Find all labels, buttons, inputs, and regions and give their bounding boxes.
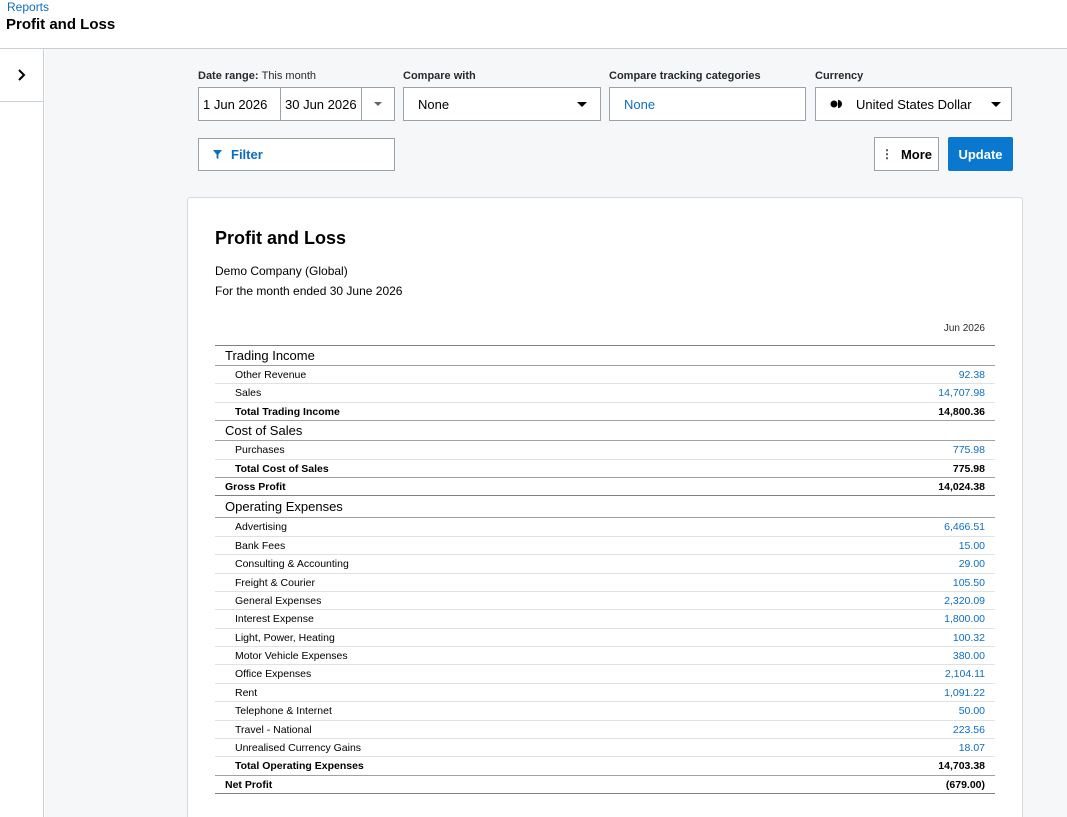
table-row: General Expenses 2,320.09 — [215, 592, 995, 611]
table-row: Interest Expense 1,800.00 — [215, 610, 995, 629]
side-panel — [0, 49, 44, 817]
row-value[interactable]: 223.56 — [953, 724, 985, 736]
currency-value: United States Dollar — [856, 96, 972, 112]
total-row: Total Cost of Sales 775.98 — [215, 460, 995, 478]
date-range-dropdown-button[interactable] — [362, 88, 394, 120]
table-row: Office Expenses 2,104.11 — [215, 665, 995, 684]
report-card: Profit and Loss Demo Company (Global) Fo… — [187, 197, 1023, 817]
row-value[interactable]: 18.07 — [959, 742, 985, 754]
table-row: Advertising 6,466.51 — [215, 518, 995, 537]
row-value[interactable]: 29.00 — [959, 558, 985, 570]
total-row: Total Trading Income 14,800.36 — [215, 403, 995, 422]
compare-with-label: Compare with — [403, 70, 476, 82]
total-row: Total Operating Expenses 14,703.38 — [215, 757, 995, 776]
table-row: Bank Fees 15.00 — [215, 537, 995, 556]
date-range-picker: 1 Jun 2026 30 Jun 2026 — [198, 87, 395, 121]
section-heading-label: Trading Income — [225, 348, 315, 363]
table-row: Sales 14,707.98 — [215, 384, 995, 403]
table-row: Other Revenue 92.38 — [215, 366, 995, 385]
tracking-categories-label: Compare tracking categories — [609, 70, 761, 82]
section-heading-label: Cost of Sales — [225, 423, 303, 439]
table-row: Travel - National 223.56 — [215, 721, 995, 740]
tracking-categories-select[interactable]: None — [609, 87, 806, 121]
compare-with-value: None — [418, 96, 450, 112]
row-value[interactable]: 2,320.09 — [944, 595, 985, 607]
date-range-label: Date range: This month — [198, 70, 317, 82]
page-title: Profit and Loss — [6, 16, 116, 33]
currency-label: Currency — [815, 70, 864, 82]
filter-icon — [213, 150, 222, 159]
row-value[interactable]: 6,466.51 — [944, 521, 985, 533]
more-button-label: More — [900, 146, 933, 162]
more-vertical-icon: ⋮ — [880, 147, 893, 161]
table-row: Freight & Courier 105.50 — [215, 574, 995, 592]
table-row: Motor Vehicle Expenses 380.00 — [215, 647, 995, 666]
report-area: Date range: This month 1 Jun 2026 30 Jun… — [45, 49, 1067, 817]
compare-with-select[interactable]: None — [403, 87, 601, 121]
date-to-input[interactable]: 30 Jun 2026 — [281, 88, 362, 120]
chevron-right-icon — [17, 69, 25, 81]
filter-button-label: Filter — [231, 147, 263, 162]
row-value[interactable]: 15.00 — [959, 540, 985, 552]
table-row: Consulting & Accounting 29.00 — [215, 555, 995, 574]
caret-down-icon — [374, 102, 382, 106]
currency-select[interactable]: United States Dollar — [815, 87, 1012, 121]
report-title: Profit and Loss — [215, 228, 347, 248]
caret-down-icon — [577, 101, 587, 107]
more-button[interactable]: ⋮ More — [874, 137, 939, 171]
section-heading: Operating Expenses — [215, 496, 995, 519]
date-range-preset: This month — [261, 70, 317, 82]
row-value[interactable]: 2,104.11 — [945, 668, 985, 680]
section-heading: Trading Income — [215, 346, 995, 366]
breadcrumb-reports[interactable]: Reports — [7, 0, 49, 14]
row-value[interactable]: 50.00 — [959, 705, 985, 717]
report-table: Trading Income Other Revenue 92.38 Sales 1… — [215, 345, 995, 795]
date-from-input[interactable]: 1 Jun 2026 — [199, 88, 281, 120]
column-header: Jun 2026 — [943, 323, 985, 334]
update-button[interactable]: Update — [948, 137, 1013, 171]
table-row: Purchases 775.98 — [215, 441, 995, 460]
row-value[interactable]: 380.00 — [953, 650, 985, 662]
gross-profit-row: Gross Profit 14,024.38 — [215, 478, 995, 497]
section-heading: Cost of Sales — [215, 421, 995, 442]
row-value[interactable]: 100.32 — [953, 632, 985, 644]
top-bar: Reports Profit and Loss — [0, 0, 1067, 49]
row-value[interactable]: 775.98 — [953, 444, 985, 456]
table-row: Telephone & Internet 50.00 — [215, 702, 995, 721]
row-value[interactable]: 1,800.00 — [944, 613, 985, 625]
table-row: Light, Power, Heating 100.32 — [215, 629, 995, 648]
table-row: Rent 1,091.22 — [215, 684, 995, 703]
row-value[interactable]: 92.38 — [959, 369, 985, 381]
filter-button[interactable]: Filter — [198, 138, 395, 171]
expand-panel-button[interactable] — [0, 49, 43, 102]
net-profit-row: Net Profit (679.00) — [215, 776, 995, 795]
caret-down-icon — [991, 101, 1001, 107]
report-period: For the month ended 30 June 2026 — [215, 284, 403, 298]
report-company: Demo Company (Global) — [215, 264, 348, 278]
row-value[interactable]: 105.50 — [953, 577, 985, 589]
currency-icon — [830, 100, 842, 108]
row-value[interactable]: 1,091.22 — [944, 687, 985, 699]
section-heading-label: Operating Expenses — [225, 499, 343, 515]
row-value[interactable]: 14,707.98 — [938, 387, 985, 399]
table-row: Unrealised Currency Gains 18.07 — [215, 739, 995, 758]
